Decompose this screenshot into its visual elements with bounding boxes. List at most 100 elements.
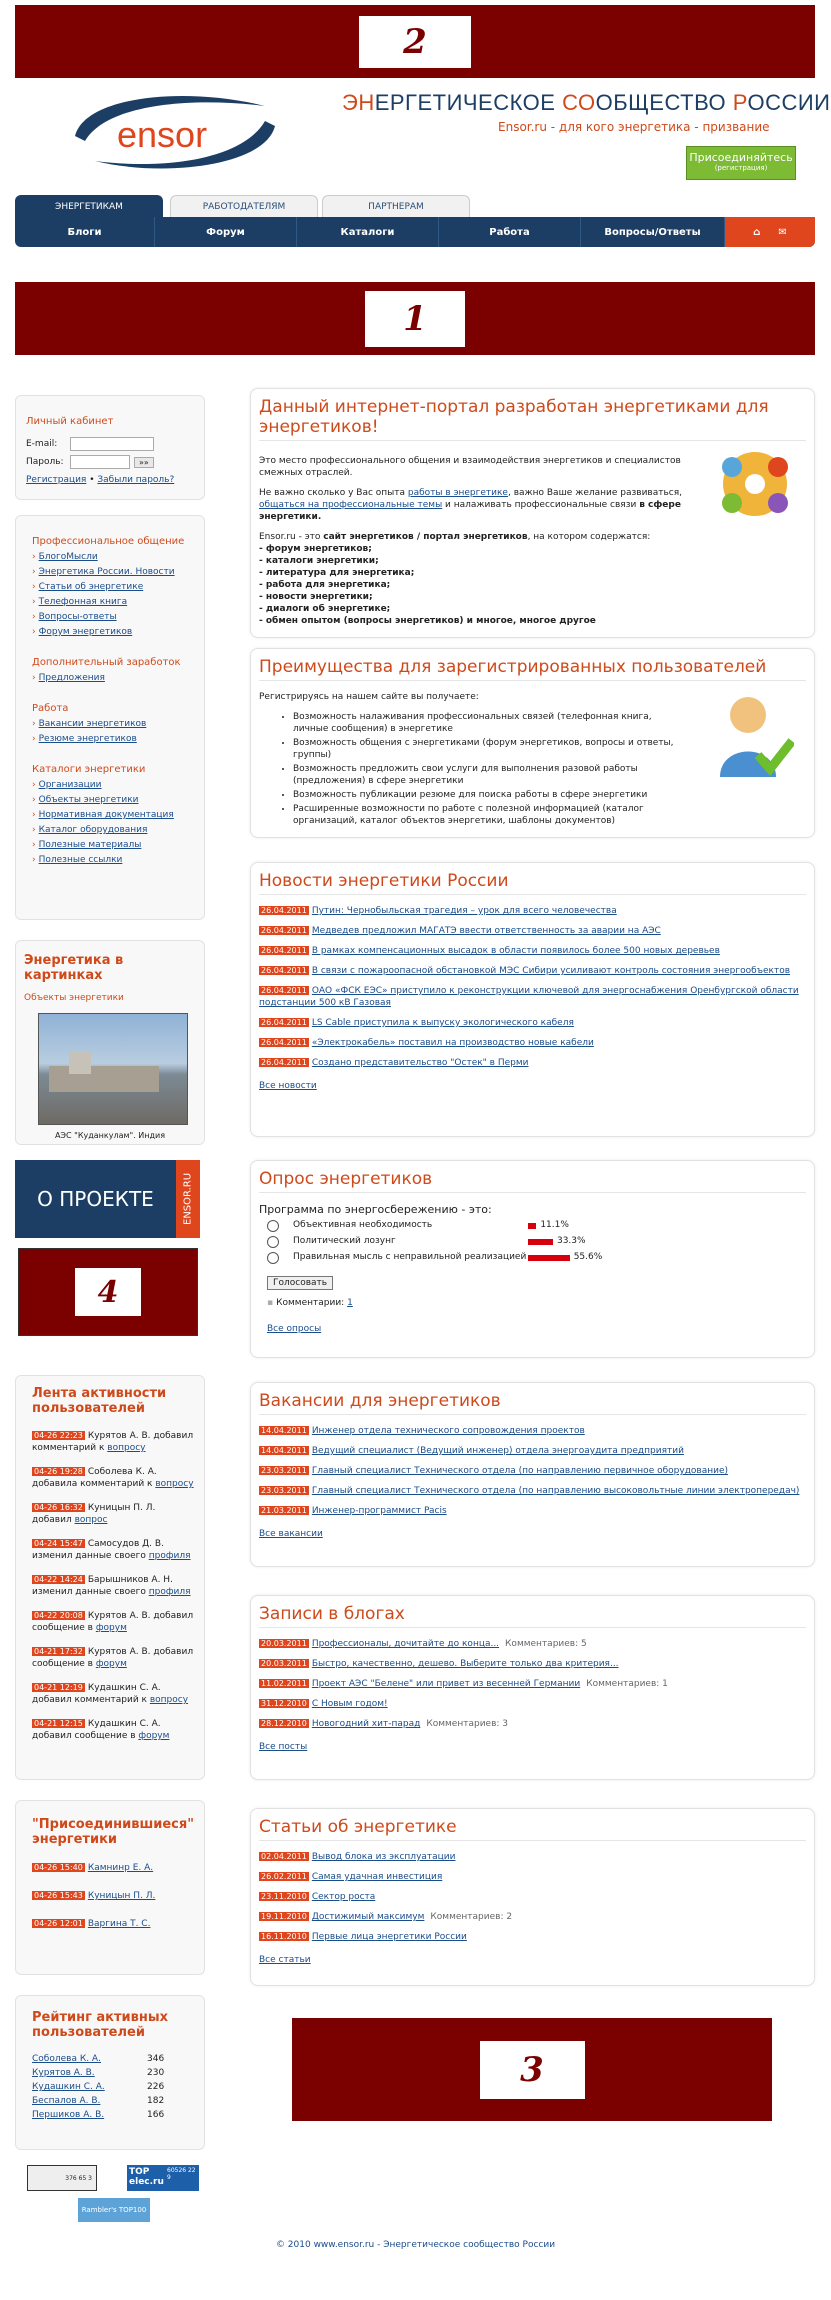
activity-link[interactable]: профиля <box>149 1551 191 1561</box>
menu-forum[interactable]: Форум <box>155 217 297 247</box>
banner-left[interactable]: 4 <box>18 1248 198 1336</box>
blogs-link[interactable]: Профессионалы, дочитайте до конца... <box>312 1639 499 1649</box>
news-link[interactable]: Создано представительство "Остек" в Перм… <box>312 1058 529 1068</box>
nav-item-label[interactable]: Объекты энергетики <box>39 795 139 805</box>
blogs-link[interactable]: Новогодний хит-парад <box>312 1719 421 1729</box>
blogs-link[interactable]: С Новым годом! <box>312 1699 388 1709</box>
nav-item[interactable]: Телефонная книга <box>32 597 196 607</box>
nav-item[interactable]: Резюме энергетиков <box>32 734 196 744</box>
join-button[interactable]: Присоединяйтесь (регистрация) <box>686 146 796 180</box>
nav-item-label[interactable]: Предложения <box>39 673 105 683</box>
nav-item[interactable]: Объекты энергетики <box>32 795 196 805</box>
login-button[interactable]: »» <box>134 456 154 468</box>
poll-all-link[interactable]: Все опросы <box>267 1324 321 1334</box>
poll-radio[interactable] <box>267 1236 279 1248</box>
joined-name[interactable]: Варгина Т. С. <box>88 1919 151 1929</box>
mail-icon[interactable]: ✉ <box>778 227 786 238</box>
rambler-counter[interactable]: Rambler's TOP100 <box>78 2198 150 2222</box>
poll-comments-count[interactable]: 1 <box>347 1298 353 1308</box>
menu-blogs[interactable]: Блоги <box>15 217 155 247</box>
vacancies-link[interactable]: Инженер отдела технического сопровождени… <box>312 1426 585 1436</box>
top-elec-counter[interactable]: TOP elec.ru 60526 22 9 <box>127 2165 199 2191</box>
nav-item[interactable]: Вопросы-ответы <box>32 612 196 622</box>
articles-all-link[interactable]: Все статьи <box>259 1955 311 1965</box>
nav-item-label[interactable]: Резюме энергетиков <box>39 734 137 744</box>
articles-link[interactable]: Достижимый максимум <box>312 1912 425 1922</box>
nav-item-label[interactable]: Нормативная документация <box>39 810 174 820</box>
password-field[interactable] <box>70 455 130 469</box>
register-link[interactable]: Регистрация <box>26 475 86 485</box>
menu-work[interactable]: Работа <box>439 217 581 247</box>
nav-item-label[interactable]: Вакансии энергетиков <box>39 719 147 729</box>
vacancies-link[interactable]: Главный специалист Технического отдела (… <box>312 1466 728 1476</box>
activity-link[interactable]: профиля <box>149 1587 191 1597</box>
nav-item-label[interactable]: Энергетика России. Новости <box>39 567 175 577</box>
articles-link[interactable]: Сектор роста <box>312 1892 376 1902</box>
rating-name[interactable]: Беспалов А. В. <box>32 2096 147 2106</box>
news-all-link[interactable]: Все новости <box>259 1081 317 1091</box>
tab-employers[interactable]: РАБОТОДАТЕЛЯМ <box>170 195 318 217</box>
nav-item-label[interactable]: Организации <box>39 780 102 790</box>
nav-item-label[interactable]: Полезные ссылки <box>39 855 123 865</box>
nav-item[interactable]: Вакансии энергетиков <box>32 719 196 729</box>
nav-item-label[interactable]: Телефонная книга <box>39 597 128 607</box>
menu-qa[interactable]: Вопросы/Ответы <box>581 217 725 247</box>
rating-name[interactable]: Кудашкин С. А. <box>32 2082 147 2092</box>
nav-item[interactable]: БлогоМысли <box>32 552 196 562</box>
joined-name[interactable]: Камнинр Е. А. <box>88 1863 153 1873</box>
nav-item-label[interactable]: Каталог оборудования <box>39 825 148 835</box>
nav-item-label[interactable]: БлогоМысли <box>39 552 98 562</box>
nav-item[interactable]: Энергетика России. Новости <box>32 567 196 577</box>
menu-catalogs[interactable]: Каталоги <box>297 217 439 247</box>
poll-radio[interactable] <box>267 1220 279 1232</box>
activity-link[interactable]: вопросу <box>107 1443 145 1453</box>
news-link[interactable]: «Электрокабель» поставил на производство… <box>312 1038 594 1048</box>
articles-link[interactable]: Вывод блока из эксплуатации <box>312 1852 456 1862</box>
news-link[interactable]: Путин: Чернобыльская трагедия – урок для… <box>312 906 617 916</box>
rating-name[interactable]: Соболева К. А. <box>32 2054 147 2064</box>
articles-link[interactable]: Самая удачная инвестиция <box>312 1872 442 1882</box>
nav-item[interactable]: Организации <box>32 780 196 790</box>
talk-link[interactable]: общаться на профессиональные темы <box>259 500 442 510</box>
joined-name[interactable]: Куницын П. Л. <box>88 1891 156 1901</box>
news-link[interactable]: В рамках компенсационных высадок в облас… <box>312 946 720 956</box>
activity-link[interactable]: вопросу <box>150 1695 188 1705</box>
news-link[interactable]: В связи с пожароопасной обстановкой МЭС … <box>312 966 790 976</box>
rating-name[interactable]: Першиков А. В. <box>32 2110 147 2120</box>
banner-top[interactable]: 2 <box>15 5 815 78</box>
blogs-link[interactable]: Быстро, качественно, дешево. Выберите то… <box>312 1659 619 1669</box>
articles-link[interactable]: Первые лица энергетики России <box>312 1932 467 1942</box>
banner-middle[interactable]: 1 <box>15 282 815 355</box>
nav-item-label[interactable]: Форум энергетиков <box>39 627 133 637</box>
nav-item[interactable]: Полезные материалы <box>32 840 196 850</box>
nav-item[interactable]: Нормативная документация <box>32 810 196 820</box>
nav-item[interactable]: Форум энергетиков <box>32 627 196 637</box>
nav-item[interactable]: Предложения <box>32 673 196 683</box>
activity-link[interactable]: вопрос <box>75 1515 108 1525</box>
nav-item-label[interactable]: Статьи об энергетике <box>39 582 144 592</box>
banner-bottom[interactable]: 3 <box>292 2018 772 2121</box>
blogs-all-link[interactable]: Все посты <box>259 1742 307 1752</box>
nav-item[interactable]: Полезные ссылки <box>32 855 196 865</box>
logo[interactable]: ensor <box>65 86 285 178</box>
forgot-link[interactable]: Забыли пароль? <box>97 475 174 485</box>
activity-link[interactable]: вопросу <box>155 1479 193 1489</box>
news-link[interactable]: Медведев предложил МАГАТЭ ввести ответст… <box>312 926 661 936</box>
poll-radio[interactable] <box>267 1252 279 1264</box>
about-project-button[interactable]: О ПРОЕКТЕ ENSOR.RU <box>15 1160 200 1238</box>
tab-partners[interactable]: ПАРТНЕРАМ <box>322 195 470 217</box>
vacancies-all-link[interactable]: Все вакансии <box>259 1529 323 1539</box>
vacancies-link[interactable]: Инженер-программист Pacis <box>312 1506 447 1516</box>
vacancies-link[interactable]: Ведущий специалист (Ведущий инженер) отд… <box>312 1446 684 1456</box>
nav-item[interactable]: Статьи об энергетике <box>32 582 196 592</box>
tab-energetics[interactable]: ЭНЕРГЕТИКАМ <box>15 195 163 217</box>
activity-link[interactable]: форум <box>96 1623 127 1633</box>
home-icon[interactable]: ⌂ <box>753 227 760 238</box>
work-link[interactable]: работы в энергетике <box>408 488 508 498</box>
rating-name[interactable]: Курятов А. В. <box>32 2068 147 2078</box>
email-field[interactable] <box>70 437 154 451</box>
nav-item-label[interactable]: Вопросы-ответы <box>39 612 117 622</box>
news-link[interactable]: LS Cable приступила к выпуску экологичес… <box>312 1018 574 1028</box>
activity-link[interactable]: форум <box>138 1731 169 1741</box>
picture-image[interactable] <box>38 1013 188 1125</box>
